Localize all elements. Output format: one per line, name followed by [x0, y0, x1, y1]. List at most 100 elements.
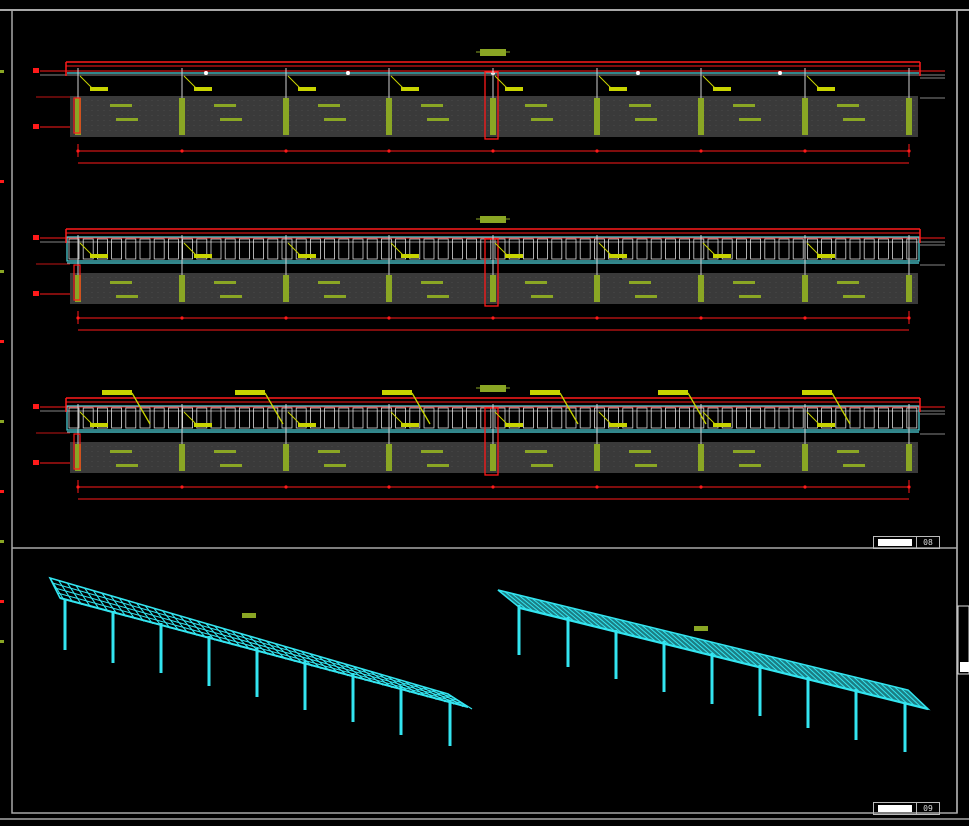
knee-brace: [79, 75, 93, 89]
knee-brace: [183, 411, 197, 425]
dimension-node: [491, 316, 495, 320]
margin-tick: [0, 640, 4, 643]
post-column: [490, 444, 496, 471]
dimension-node: [699, 149, 703, 153]
post-column: [386, 275, 392, 302]
section-label: [110, 104, 132, 107]
section-label: [324, 118, 346, 121]
model-label: [694, 626, 708, 631]
section-label: [318, 450, 340, 453]
dimension-node: [76, 316, 80, 320]
elevation-b: [33, 216, 945, 331]
section-label: [629, 281, 651, 284]
sheet-number: 09: [916, 803, 939, 814]
brace-tag: [298, 87, 316, 91]
section-label: [635, 464, 657, 467]
dimension-node: [76, 149, 80, 153]
sheet-label-08: 08: [873, 536, 940, 549]
post-column: [906, 275, 912, 302]
post-column: [594, 444, 600, 471]
bolt-marker: [636, 71, 640, 75]
section-label: [427, 118, 449, 121]
section-label: [837, 104, 859, 107]
sheet-number: 08: [916, 537, 939, 548]
section-label: [214, 104, 236, 107]
iso-solid: [497, 589, 931, 752]
dimension-node: [803, 149, 807, 153]
brace-tag: [298, 423, 316, 427]
callout-tag: [658, 390, 688, 395]
dimension-node: [76, 485, 80, 489]
knee-brace: [287, 411, 301, 425]
post-column: [594, 275, 600, 302]
margin-tick: [0, 340, 4, 343]
post-column: [490, 98, 496, 135]
brace-tag: [713, 423, 731, 427]
brace-tag: [609, 87, 627, 91]
post-column: [179, 275, 185, 302]
dimension-node: [907, 316, 911, 320]
section-label: [324, 295, 346, 298]
post-column: [179, 444, 185, 471]
callout-tag: [382, 390, 412, 395]
section-label: [739, 295, 761, 298]
margin-tick: [0, 420, 4, 423]
sheet-title-blank: [878, 805, 912, 812]
dimension-node: [699, 485, 703, 489]
margin-tick: [0, 70, 4, 73]
elevation-a: [33, 49, 945, 164]
section-label: [324, 464, 346, 467]
level-marker: [33, 235, 39, 240]
brace-tag: [713, 254, 731, 258]
margin-tick: [0, 270, 4, 273]
elevation-c: [33, 385, 945, 500]
model-label: [242, 613, 256, 618]
section-label: [318, 281, 340, 284]
section-label: [525, 104, 547, 107]
knee-brace: [183, 75, 197, 89]
section-label: [837, 450, 859, 453]
eave-beam: [519, 606, 929, 711]
section-label: [427, 295, 449, 298]
bolt-marker: [204, 71, 208, 75]
post-column: [698, 98, 704, 135]
post-column: [906, 444, 912, 471]
sheet-label-09: 09: [873, 802, 940, 815]
knee-brace: [390, 242, 404, 256]
brace-tag: [90, 423, 108, 427]
knee-brace: [494, 75, 508, 89]
section-label: [525, 450, 547, 453]
section-label: [110, 281, 132, 284]
dimension-node: [387, 485, 391, 489]
section-label: [531, 464, 553, 467]
brace-tag: [90, 87, 108, 91]
section-label: [214, 281, 236, 284]
callout-tag: [235, 390, 265, 395]
rafter: [447, 693, 473, 710]
brace-tag: [401, 87, 419, 91]
elevation-views: [33, 49, 945, 500]
post-column: [802, 444, 808, 471]
brace-tag: [505, 87, 523, 91]
dimension-node: [180, 149, 184, 153]
knee-brace: [79, 411, 93, 425]
post-column: [594, 98, 600, 135]
knee-brace: [806, 75, 820, 89]
brace-tag: [90, 254, 108, 258]
margin-tick: [0, 490, 4, 493]
post-column: [802, 275, 808, 302]
dimension-node: [595, 149, 599, 153]
dimension-node: [284, 149, 288, 153]
knee-brace: [598, 75, 612, 89]
sheet-title-blank: [878, 539, 912, 546]
knee-brace: [702, 242, 716, 256]
level-marker: [33, 291, 39, 296]
knee-brace: [702, 75, 716, 89]
section-label: [421, 450, 443, 453]
dimension-node: [491, 149, 495, 153]
dimension-node: [595, 485, 599, 489]
section-label: [629, 104, 651, 107]
brace-tag: [817, 87, 835, 91]
section-label: [629, 450, 651, 453]
section-label: [421, 281, 443, 284]
